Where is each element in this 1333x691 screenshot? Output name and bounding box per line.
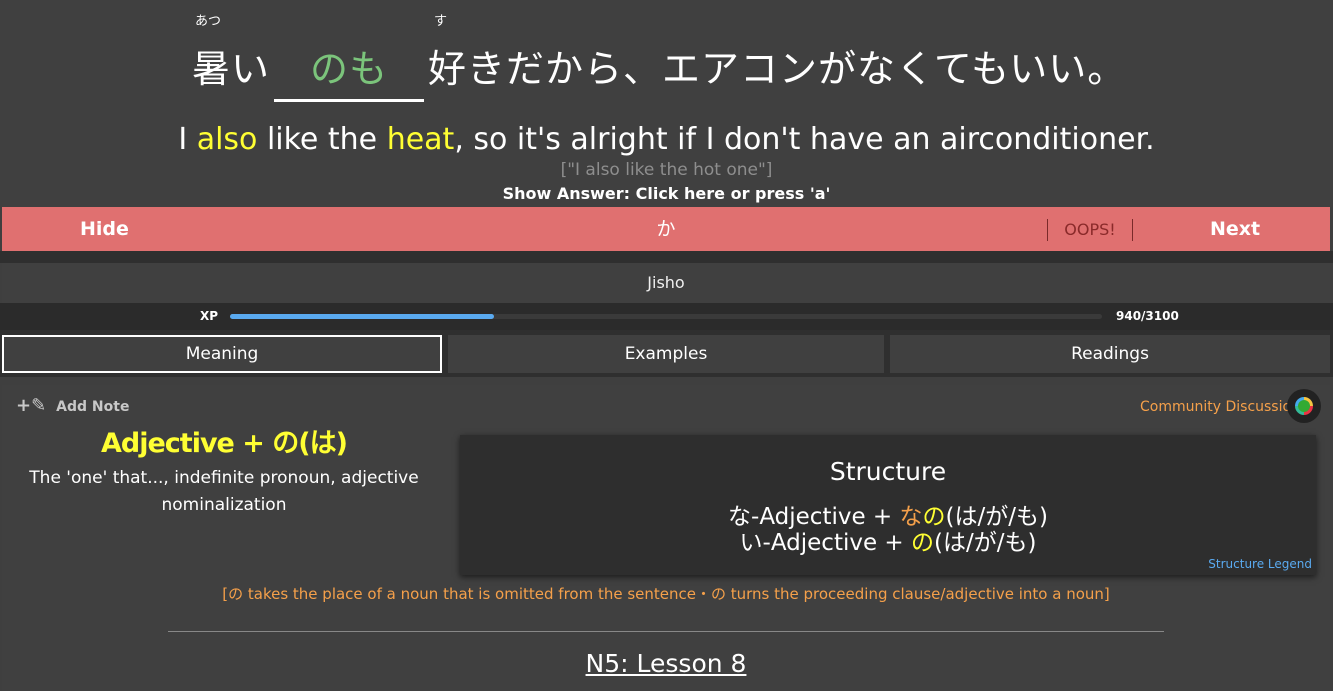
japanese-sentence: 暑い のも 好きだから、エアコンがなくてもいい。 (192, 38, 1126, 102)
xp-label: XP (200, 309, 219, 323)
grammar-meaning: The 'one' that..., indefinite pronoun, a… (29, 468, 419, 515)
grammar-panel: +✎ Add Note Adjective + の(は) The 'one' th… (2, 385, 1330, 691)
xp-progress-fill (230, 314, 495, 319)
translation-highlight: heat (386, 122, 455, 157)
structure-text: い-Adjective + (739, 530, 912, 556)
community-discussion-link[interactable]: Community Discussion (1140, 399, 1300, 415)
divider (0, 251, 1333, 263)
divider (168, 631, 1164, 632)
jisho-button[interactable]: Jisho (2, 263, 1330, 303)
xp-count: 940/3100 (1116, 309, 1179, 323)
tab-meaning[interactable]: Meaning (2, 335, 442, 373)
answer-input[interactable]: のも (274, 38, 425, 102)
grammar-title: Adjective + の(は) (101, 428, 348, 459)
next-button[interactable]: Next (1210, 207, 1260, 251)
structure-legend-link[interactable]: Structure Legend (1208, 557, 1312, 571)
add-note-label: Add Note (56, 399, 130, 415)
add-note-button[interactable]: +✎ Add Note (16, 395, 129, 416)
hide-button[interactable]: Hide (80, 207, 129, 251)
lesson-link[interactable]: N5: Lesson 8 (2, 649, 1330, 678)
sentence-suffix: 好きだから、エアコンがなくてもいい。 (428, 47, 1127, 91)
question-panel: あつ す 暑い のも 好きだから、エアコンがなくてもいい。 I also like … (0, 0, 1333, 207)
structure-text: (は/が/も) (934, 530, 1037, 556)
oops-button[interactable]: OOPS! (1047, 219, 1133, 241)
discourse-icon-center (1298, 400, 1310, 412)
translation-highlight: also (196, 122, 258, 157)
translation-text: I (178, 122, 197, 157)
discourse-icon[interactable] (1287, 389, 1321, 423)
translation-text: , so it's alright if I don't have an air… (454, 122, 1155, 157)
furigana: す (434, 14, 448, 29)
structure-box: Structure な-Adjective + なの(は/が/も) い-Adje… (460, 435, 1316, 575)
control-bar: か Hide OOPS! Next (2, 207, 1330, 251)
xp-progress-track (230, 314, 1102, 319)
furigana: あつ (195, 14, 222, 29)
tab-bar: Meaning Examples Readings (0, 330, 1333, 377)
structure-line: い-Adjective + の(は/が/も) (460, 523, 1316, 557)
show-answer-link[interactable]: Show Answer: Click here or press 'a' (0, 184, 1333, 203)
english-translation: I also like the heat, so it's alright if… (0, 122, 1333, 157)
structure-highlight: の (911, 530, 935, 556)
hint-text: ["I also like the hot one"] (560, 160, 773, 180)
translation-text: like the (257, 122, 387, 157)
pencil-icon: +✎ (16, 395, 47, 416)
tab-examples[interactable]: Examples (448, 335, 884, 373)
tab-readings[interactable]: Readings (890, 335, 1330, 373)
grammar-note: [の takes the place of a noun that is omi… (222, 585, 1110, 603)
xp-bar: XP 940/3100 (0, 303, 1333, 330)
structure-title: Structure (829, 457, 947, 486)
sentence-prefix: 暑い (192, 47, 271, 91)
